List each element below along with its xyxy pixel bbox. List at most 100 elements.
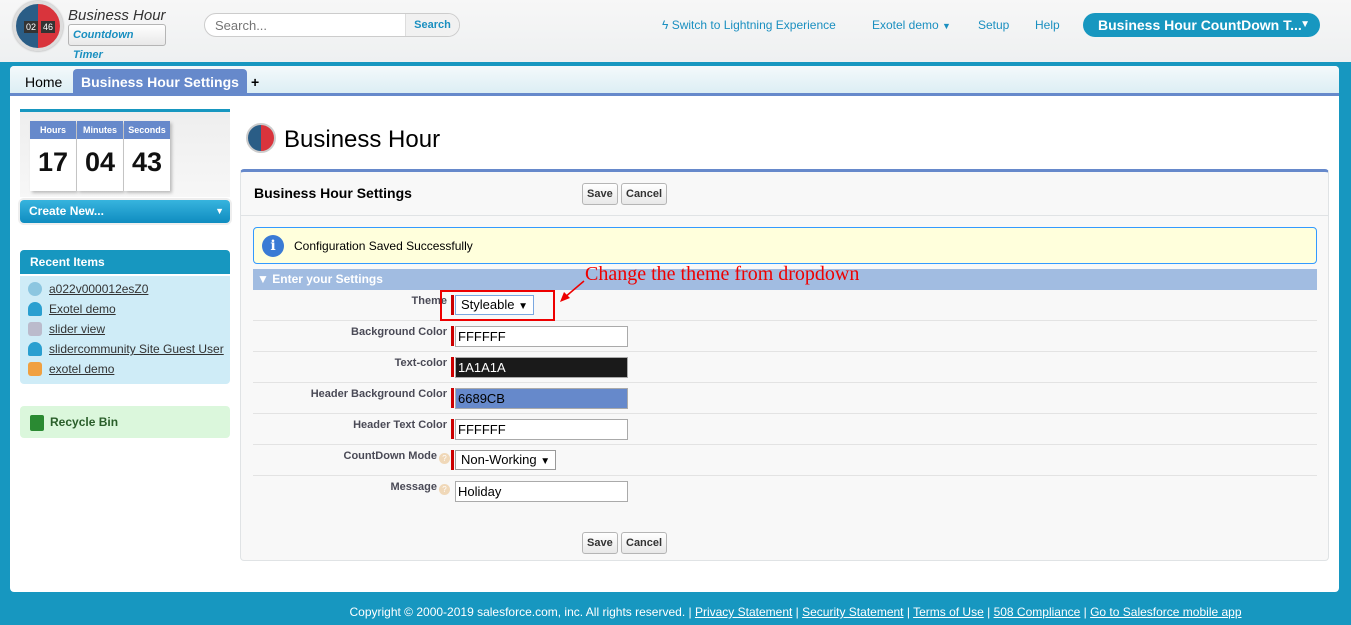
search-input[interactable] bbox=[205, 14, 405, 36]
recent-item-link[interactable]: a022v000012esZ0 bbox=[49, 282, 148, 296]
annotation-text: Change the theme from dropdown bbox=[585, 263, 860, 285]
field-label: Background Color bbox=[351, 326, 447, 338]
field-label: Header Background Color bbox=[310, 388, 447, 400]
field-label: Text-color bbox=[394, 357, 447, 369]
chevron-down-icon: ▼ bbox=[540, 456, 551, 467]
message-text: Configuration Saved Successfully bbox=[294, 239, 473, 253]
logo-digits: 46 bbox=[41, 21, 56, 33]
user-menu[interactable]: Exotel demo ▼ bbox=[872, 18, 951, 32]
logo-digits: 02 bbox=[24, 21, 39, 33]
help-icon[interactable]: ? bbox=[439, 484, 450, 495]
compliance-link[interactable]: 508 Compliance bbox=[994, 605, 1081, 619]
recycle-bin-icon bbox=[30, 414, 44, 431]
block-header: Business Hour Settings Save Cancel bbox=[241, 172, 1328, 216]
setup-link[interactable]: Setup bbox=[978, 18, 1009, 32]
text-color-input[interactable] bbox=[455, 357, 628, 378]
annotation-highlight-box bbox=[440, 290, 555, 321]
brand: Business Hour Countdown Timer bbox=[68, 7, 166, 61]
field-label: CountDown Mode bbox=[343, 450, 437, 462]
privacy-link[interactable]: Privacy Statement bbox=[695, 605, 792, 619]
brand-line2: Countdown Timer bbox=[68, 24, 166, 61]
lightning-link[interactable]: ϟ Switch to Lightning Experience bbox=[662, 18, 836, 32]
triangle-down-icon: ▼ bbox=[257, 272, 269, 286]
main-container: Home Business Hour Settings + Hours 17 Mi… bbox=[10, 66, 1339, 592]
tab-business-hour-settings[interactable]: Business Hour Settings bbox=[73, 69, 247, 96]
add-tab-button[interactable]: + bbox=[243, 69, 267, 96]
tab-home[interactable]: Home bbox=[17, 69, 70, 96]
annotation-arrow bbox=[560, 280, 585, 302]
lightning-icon: ϟ bbox=[662, 18, 669, 32]
recent-item-link[interactable]: Exotel demo bbox=[49, 302, 116, 316]
mobile-app-link[interactable]: Go to Salesforce mobile app bbox=[1090, 605, 1241, 619]
field-header-background-color: Header Background Color bbox=[253, 383, 1317, 414]
security-link[interactable]: Security Statement bbox=[802, 605, 903, 619]
terms-link[interactable]: Terms of Use bbox=[913, 605, 984, 619]
timer-label: Minutes bbox=[77, 121, 123, 139]
timer-label: Hours bbox=[30, 121, 76, 139]
required-marker bbox=[451, 450, 454, 470]
timer-seconds: Seconds 43 bbox=[124, 121, 170, 191]
save-button[interactable]: Save bbox=[582, 183, 618, 205]
header: 02 46 Business Hour Countdown Timer Search… bbox=[0, 0, 1351, 62]
tab-bar: Home Business Hour Settings + bbox=[10, 66, 1339, 96]
section-title: Enter your Settings bbox=[272, 272, 383, 286]
cancel-button[interactable]: Cancel bbox=[621, 183, 668, 205]
create-new-button[interactable]: Create New... ▼ bbox=[20, 200, 230, 223]
create-new-label: Create New... bbox=[29, 204, 104, 218]
recent-item-link[interactable]: slidercommunity Site Guest User bbox=[49, 342, 224, 356]
success-message: i Configuration Saved Successfully bbox=[253, 227, 1317, 264]
recycle-bin-label: Recycle Bin bbox=[50, 415, 119, 429]
field-background-color: Background Color bbox=[253, 321, 1317, 352]
required-marker bbox=[451, 326, 454, 346]
field-label: Header Text Color bbox=[353, 419, 447, 431]
countdown-widget: Hours 17 Minutes 04 Seconds 43 bbox=[20, 109, 230, 197]
chevron-down-icon: ▼ bbox=[942, 21, 951, 31]
field-text-color: Text-color bbox=[253, 352, 1317, 383]
timer-hours: Hours 17 bbox=[30, 121, 76, 191]
countdown-mode-select[interactable]: Non-Working ▼ bbox=[455, 450, 557, 470]
user-icon bbox=[28, 342, 42, 356]
required-marker bbox=[451, 419, 454, 439]
cancel-button-bottom[interactable]: Cancel bbox=[621, 532, 668, 554]
timer-icon bbox=[246, 123, 276, 153]
save-button-bottom[interactable]: Save bbox=[582, 532, 618, 554]
list-item: Exotel demo bbox=[28, 302, 224, 316]
footer: Copyright © 2000-2019 salesforce.com, in… bbox=[349, 605, 1242, 619]
field-message: Message? bbox=[253, 476, 1317, 507]
list-item: slidercommunity Site Guest User bbox=[28, 342, 224, 356]
required-marker bbox=[451, 388, 454, 408]
user-icon bbox=[28, 302, 42, 316]
select-value: Non-Working bbox=[461, 452, 537, 467]
field-theme: Theme Styleable ▼ bbox=[253, 290, 1317, 321]
timer-value: 43 bbox=[131, 147, 163, 177]
field-header-text-color: Header Text Color bbox=[253, 414, 1317, 445]
block-title: Business Hour Settings bbox=[254, 185, 412, 201]
message-input[interactable] bbox=[455, 481, 628, 502]
recycle-bin-link[interactable]: Recycle Bin bbox=[20, 406, 230, 438]
user-menu-label: Exotel demo bbox=[872, 18, 939, 32]
page-title: Business Hour bbox=[284, 126, 441, 153]
content: Business Hour Business Hour Settings Sav… bbox=[240, 109, 1329, 561]
help-link[interactable]: Help bbox=[1035, 18, 1060, 32]
recent-item-link[interactable]: exotel demo bbox=[49, 362, 114, 376]
page-header: Business Hour bbox=[240, 109, 1329, 169]
list-item: slider view bbox=[28, 322, 224, 336]
list-item: exotel demo bbox=[28, 362, 224, 376]
custom-object-icon bbox=[28, 282, 42, 296]
lightning-link-label: Switch to Lightning Experience bbox=[671, 18, 836, 32]
recent-item-link[interactable]: slider view bbox=[49, 322, 105, 336]
app-menu[interactable]: Business Hour CountDown T... ▼ bbox=[1083, 13, 1320, 37]
header-text-color-input[interactable] bbox=[455, 419, 628, 440]
background-color-input[interactable] bbox=[455, 326, 628, 347]
help-icon[interactable]: ? bbox=[439, 453, 450, 464]
timer-label: Seconds bbox=[124, 121, 170, 139]
app-menu-label: Business Hour CountDown T... bbox=[1098, 17, 1302, 33]
header-background-color-input[interactable] bbox=[455, 388, 628, 409]
required-marker bbox=[451, 357, 454, 377]
field-countdown-mode: CountDown Mode? Non-Working ▼ bbox=[253, 445, 1317, 476]
info-icon: i bbox=[262, 235, 284, 257]
app-logo: 02 46 bbox=[13, 1, 63, 51]
chevron-down-icon: ▼ bbox=[1300, 19, 1310, 30]
chevron-down-icon: ▼ bbox=[215, 206, 224, 216]
search-button[interactable]: Search bbox=[405, 14, 459, 36]
